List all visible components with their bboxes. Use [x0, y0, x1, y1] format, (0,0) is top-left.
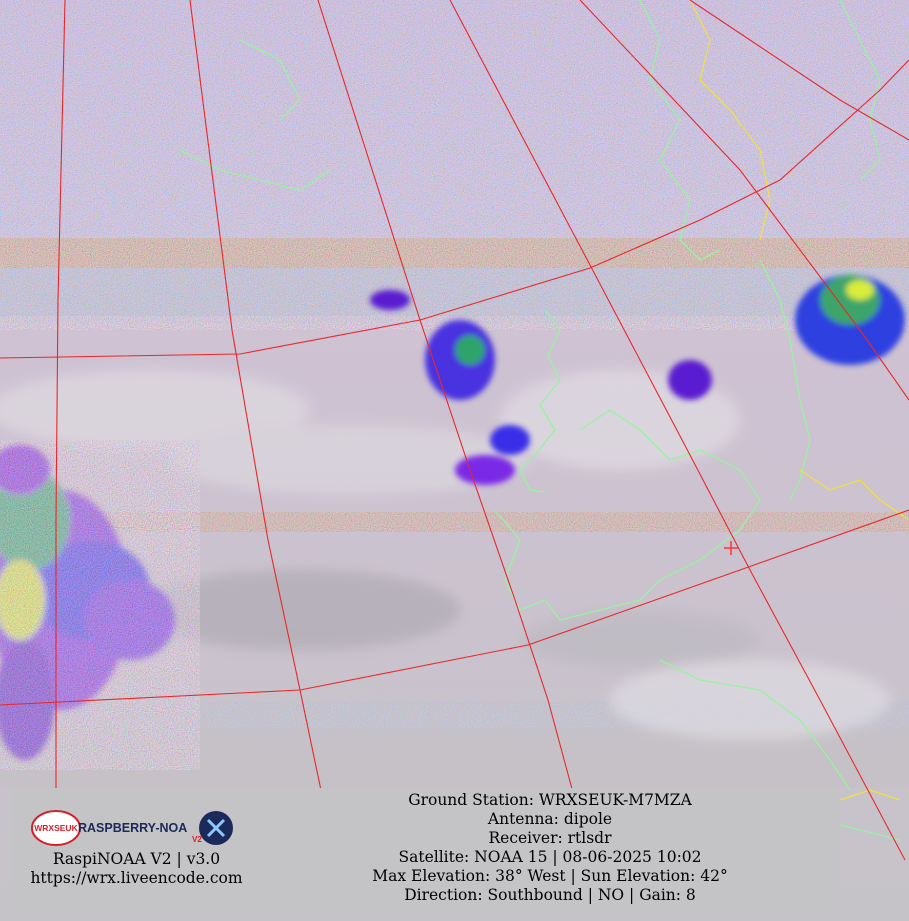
logo-badge-text: WRXSEUK	[34, 823, 78, 833]
satellite-image	[0, 0, 909, 921]
elevation-line: Max Elevation: 38° West | Sun Elevation:…	[372, 867, 728, 885]
receiver-line: Receiver: rtlsdr	[488, 829, 612, 847]
pass-info: Ground Station: WRXSEUK-M7MZA Antenna: d…	[300, 791, 800, 905]
website-url: https://wrx.liveencode.com	[30, 869, 243, 887]
noise-region-top	[0, 0, 909, 240]
antenna-line: Antenna: dipole	[487, 810, 613, 828]
satellite-line: Satellite: NOAA 15 | 08-06-2025 10:02	[398, 848, 702, 866]
logo: WRXSEUK RASPBERRY-NOA V2	[30, 808, 240, 852]
logo-wordmark: RASPBERRY-NOA	[78, 821, 187, 835]
direction-line: Direction: Southbound | NO | Gain: 8	[404, 886, 696, 904]
version-label: RaspiNOAA V2 | v3.0	[52, 850, 221, 868]
ground-station-line: Ground Station: WRXSEUK-M7MZA	[408, 791, 692, 809]
logo-wordmark-suffix: V2	[192, 835, 202, 844]
